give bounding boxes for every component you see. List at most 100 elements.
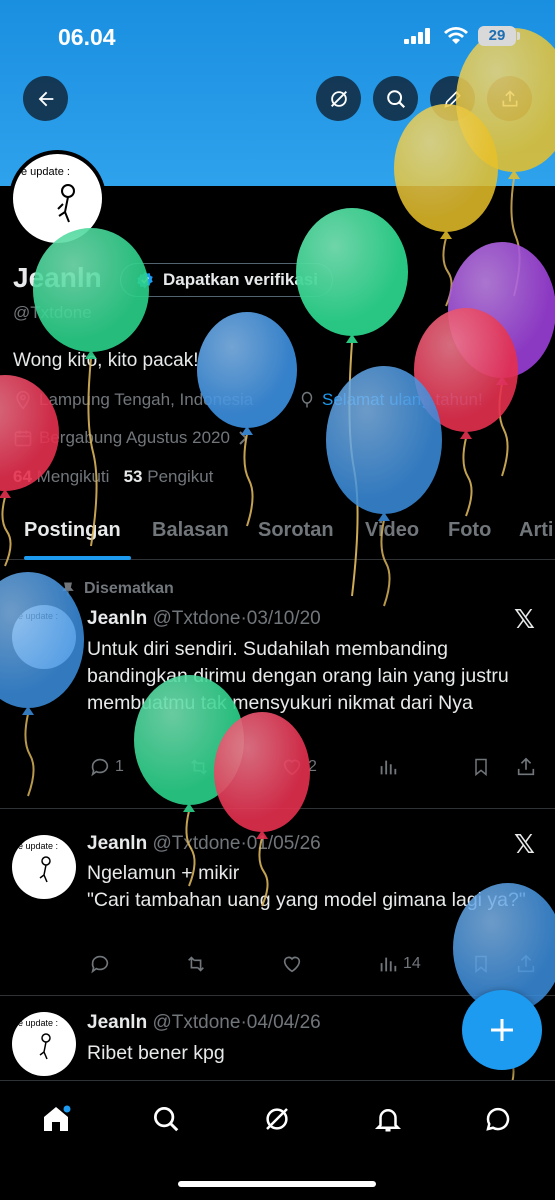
bell-icon [374,1109,402,1132]
tab-replies[interactable]: Balasan [152,519,229,542]
share-post-button[interactable] [515,953,537,975]
tab-posts[interactable]: Postingan [24,519,121,542]
balloon-knot [22,706,34,715]
balloon-body [448,242,555,378]
profile-location: Lampung Tengah, Indonesia [13,390,253,410]
pinned-label: Disematkan [60,580,174,598]
like-count: 2 [308,758,317,775]
get-verified-button[interactable]: Dapatkan verifikasi [120,263,333,297]
battery-tip [517,32,520,40]
nav-grok[interactable] [257,1099,297,1139]
reply-icon [91,758,109,777]
tab-photos[interactable]: Foto [448,519,491,542]
stick-figure-drawing [57,184,75,223]
home-icon [44,1105,71,1131]
post-author-name[interactable]: Jeanln [87,1012,147,1033]
grok-button[interactable] [316,76,361,121]
balloon-highlight [414,308,518,432]
heart-icon [283,956,301,973]
heart-icon [283,759,301,776]
joined-text: Bergabung Agustus 2020 [39,428,230,447]
x-logo-icon: 𝕏 [514,605,535,635]
pin-icon [62,582,74,596]
bookmark-button[interactable] [471,953,491,975]
post-avatar[interactable]: e update : [12,1012,76,1076]
get-verified-label: Dapatkan verifikasi [163,270,318,289]
repost-icon [188,956,204,972]
balloon-body [414,308,518,432]
search-icon [386,89,405,108]
profile-bio: Wong kito, kito pacak! [13,350,199,371]
home-indicator [178,1181,376,1187]
tab-articles[interactable]: Arti [519,519,553,542]
bookmark-button[interactable] [471,756,491,778]
post-author-handle: @Txtdone [152,833,241,854]
repost-button[interactable] [187,756,211,778]
cellular-signal-icon [404,28,430,44]
compose-button[interactable] [462,990,542,1070]
nav-search[interactable] [146,1099,186,1139]
plus-icon [491,1019,513,1041]
views-icon [380,957,397,972]
profile-name: Jeanln [13,262,102,293]
post-divider [0,808,555,809]
post-author-handle: @Txtdone [152,1012,241,1033]
stick-figure-drawing [39,856,51,883]
repost-button[interactable] [184,953,208,975]
like-button[interactable]: 2 [280,756,317,778]
balloon-string [442,237,453,307]
post-header: Jeanln @Txtdone·04/04/26 [87,1012,321,1034]
post-divider [0,995,555,996]
status-bar: 06.04 29 [0,0,555,60]
post-header: Jeanln @Txtdone·03/10/20 [87,608,321,630]
share-icon [517,757,535,776]
message-icon [486,1107,510,1131]
pinned-text: Disematkan [84,580,174,597]
balloon-highlight [326,366,442,514]
nav-home[interactable] [36,1099,76,1139]
views-button[interactable] [377,756,399,778]
followers-label: Pengikut [147,467,214,486]
bookmark-icon [475,955,487,974]
balloon-string [510,177,521,297]
post-avatar[interactable]: e update : [12,835,76,899]
profile-joined[interactable]: Bergabung Agustus 2020 [13,428,250,448]
search-button[interactable] [373,76,418,121]
follow-stats: 64 Mengikuti 53 Pengikut [13,467,213,487]
share-button[interactable] [487,76,532,121]
post-avatar[interactable]: e update : [12,605,76,669]
post-text: Untuk diri sendiri. Sudahilah membanding… [87,638,509,714]
pencil-icon [443,90,461,108]
profile-avatar[interactable]: e update : [9,150,106,247]
like-button[interactable] [280,953,304,975]
share-post-button[interactable] [515,756,537,778]
balloon-highlight [197,312,297,428]
status-time: 06.04 [58,24,116,50]
reply-button[interactable]: 1 [89,756,124,778]
reply-button[interactable] [89,953,111,975]
nav-messages[interactable] [478,1099,518,1139]
bookmark-icon [475,758,487,777]
post-author-name[interactable]: Jeanln [87,833,147,854]
share-icon [502,89,517,106]
balloon-knot [496,376,508,385]
edit-button[interactable] [430,76,475,121]
post-author-name[interactable]: Jeanln [87,608,147,629]
wifi-icon [444,27,468,44]
nav-notifications[interactable] [368,1099,408,1139]
reply-icon [91,955,109,974]
post-date: 04/04/26 [246,1012,321,1033]
tab-highlights[interactable]: Sorotan [258,519,334,542]
arrow-left-icon [38,91,53,106]
following-count: 64 [13,467,32,486]
birthday-link[interactable]: Selamat ulang tahun! [298,390,483,410]
tab-video[interactable]: Video [365,519,419,542]
following-link[interactable]: 64 Mengikuti [13,467,109,486]
back-button[interactable] [23,76,68,121]
views-button[interactable]: 14 [377,953,421,975]
post-text-line: Ngelamun + mikir [87,862,240,884]
followers-link[interactable]: 53 Pengikut [124,467,214,486]
grok-icon [330,90,347,107]
post-text: Ngelamun + mikir "Cari tambahan uang yan… [87,860,547,914]
profile-handle: @Txtdone [13,303,92,322]
